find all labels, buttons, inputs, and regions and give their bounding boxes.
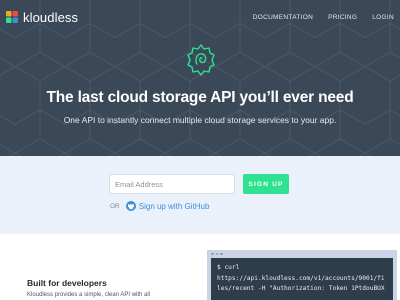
code-terminal: $ curl https://api.kloudless.com/v1/accou… (207, 250, 397, 300)
or-label: OR (110, 202, 120, 210)
terminal-line: https://api.kloudless.com/v1/accounts/90… (217, 274, 385, 282)
hero-subtitle: One API to instantly connect multiple cl… (63, 115, 337, 125)
nav-login-link[interactable]: LOGIN (372, 14, 394, 21)
brand-name: kloudless (23, 9, 79, 25)
terminal-line: les/recent -H "Authorization: Token 1Ptd… (217, 285, 385, 292)
hero-title: The last cloud storage API you’ll ever n… (46, 89, 354, 106)
signup-section: SIGN UP OR Sign up with GitHub (0, 156, 400, 234)
nav-documentation-link[interactable]: DOCUMENTATION (253, 14, 313, 21)
brand[interactable]: kloudless (6, 10, 78, 25)
signup-button[interactable]: SIGN UP (243, 174, 289, 194)
terminal-code: $ curl https://api.kloudless.com/v1/accou… (217, 263, 385, 295)
top-nav: kloudless DOCUMENTATION PRICING LOGIN (0, 0, 400, 34)
nav-links: DOCUMENTATION PRICING LOGIN (238, 14, 394, 21)
kloudless-badge-icon (187, 44, 215, 76)
email-input[interactable] (109, 174, 235, 194)
github-icon (125, 201, 136, 211)
github-signup-label: Sign up with GitHub (138, 201, 210, 211)
feature-title: Built for developers (27, 278, 107, 288)
feature-description: Kloudless provides a simple, clean API w… (27, 292, 151, 298)
hero-section: kloudless DOCUMENTATION PRICING LOGIN Th… (0, 0, 400, 156)
terminal-line: $ curl (217, 264, 240, 271)
github-signup-link[interactable]: Sign up with GitHub (125, 201, 210, 211)
terminal-dot (215, 252, 218, 256)
terminal-title-bar (207, 250, 397, 258)
kloudless-logo-icon (6, 11, 18, 23)
terminal-dot (220, 252, 223, 256)
alt-signup-row: OR Sign up with GitHub (110, 201, 209, 211)
terminal-dot (211, 252, 214, 256)
nav-pricing-link[interactable]: PRICING (328, 14, 357, 21)
